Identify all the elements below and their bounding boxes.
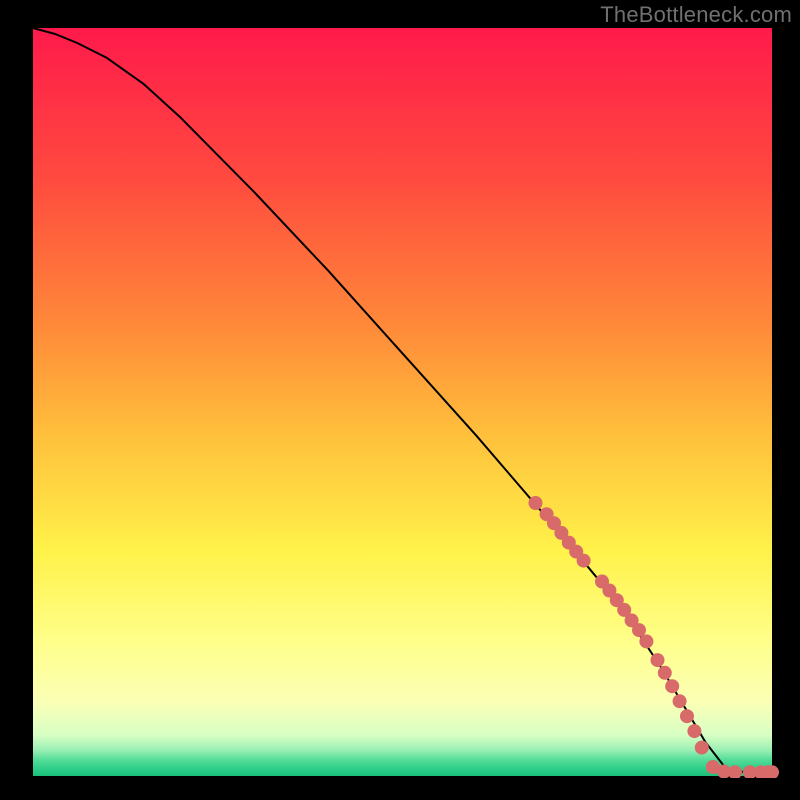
highlight-point <box>577 554 591 568</box>
highlight-point <box>680 709 694 723</box>
highlight-point <box>529 496 543 510</box>
highlight-point <box>658 666 672 680</box>
highlight-point <box>765 765 779 779</box>
highlight-point <box>665 679 679 693</box>
chart-container: TheBottleneck.com <box>0 0 800 800</box>
highlight-point <box>651 653 665 667</box>
highlight-point <box>673 694 687 708</box>
watermark-text: TheBottleneck.com <box>600 2 792 28</box>
highlight-point <box>728 765 742 779</box>
highlight-point <box>695 741 709 755</box>
highlight-point <box>639 634 653 648</box>
highlight-point <box>687 724 701 738</box>
chart-svg <box>0 0 800 800</box>
